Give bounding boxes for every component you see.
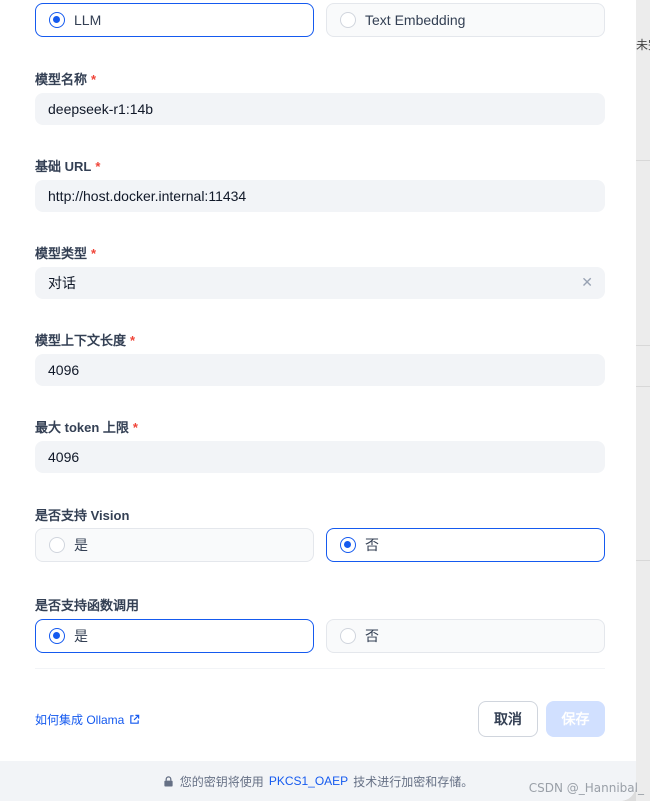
base-url-label: 基础 URL * <box>35 156 100 175</box>
vision-no-label: 否 <box>365 537 379 553</box>
model-kind-select[interactable]: 对话 ✕ <box>35 267 605 299</box>
clear-icon[interactable]: ✕ <box>581 274 593 291</box>
required-mark: * <box>130 333 136 348</box>
external-link-icon <box>130 714 140 724</box>
model-type-text-embedding-option[interactable]: Text Embedding <box>326 3 605 37</box>
context-length-value: 4096 <box>48 362 80 378</box>
radio-selected-icon <box>49 12 65 28</box>
background-divider <box>636 160 650 161</box>
model-kind-value: 对话 <box>48 275 76 291</box>
save-button[interactable]: 保存 <box>546 701 605 737</box>
radio-unselected-icon <box>49 537 65 553</box>
vision-yes-label: 是 <box>74 537 88 553</box>
function-call-yes-label: 是 <box>74 628 88 644</box>
background-peek-text: 未完 <box>636 38 650 52</box>
required-mark: * <box>95 159 101 174</box>
vision-label: 是否支持 Vision <box>35 508 130 523</box>
model-type-text-embedding-label: Text Embedding <box>365 12 466 28</box>
required-mark: * <box>132 420 138 435</box>
background-divider <box>636 560 650 561</box>
encryption-algorithm: PKCS1_OAEP <box>268 774 349 788</box>
function-call-no-label: 否 <box>365 628 379 644</box>
encryption-notice-suffix: 技术进行加密和存储。 <box>353 774 474 789</box>
context-length-label: 模型上下文长度 * <box>35 330 135 349</box>
background-divider <box>636 386 650 387</box>
ollama-help-link-text: 如何集成 Ollama <box>35 713 125 727</box>
cancel-button[interactable]: 取消 <box>478 701 538 737</box>
ollama-help-link[interactable]: 如何集成 Ollama <box>35 711 140 728</box>
model-kind-label: 模型类型 * <box>35 243 96 262</box>
watermark: CSDN @_Hannibal_ <box>528 781 644 795</box>
max-tokens-value: 4096 <box>48 449 80 465</box>
max-tokens-label: 最大 token 上限 * <box>35 417 138 436</box>
model-name-input[interactable]: deepseek-r1:14b <box>35 93 605 125</box>
model-type-llm-label: LLM <box>74 12 102 28</box>
divider <box>35 668 605 669</box>
model-name-value: deepseek-r1:14b <box>48 101 154 117</box>
model-type-llm-option[interactable]: LLM <box>35 3 314 37</box>
radio-selected-icon <box>49 628 65 644</box>
max-tokens-label-text: 最大 token 上限 <box>35 420 129 435</box>
vision-no-option[interactable]: 否 <box>326 528 605 562</box>
vision-yes-option[interactable]: 是 <box>35 528 314 562</box>
radio-selected-icon <box>340 537 356 553</box>
add-model-dialog: LLM Text Embedding 模型名称 * deepseek-r1:14b… <box>0 0 636 801</box>
base-url-input[interactable]: http://host.docker.internal:11434 <box>35 180 605 212</box>
context-length-input[interactable]: 4096 <box>35 354 605 386</box>
radio-unselected-icon <box>340 12 356 28</box>
background-divider <box>636 345 650 346</box>
model-name-label: 模型名称 * <box>35 69 96 88</box>
required-mark: * <box>91 72 97 87</box>
model-name-label-text: 模型名称 <box>35 72 88 87</box>
base-url-value: http://host.docker.internal:11434 <box>48 188 247 204</box>
encryption-notice-prefix: 您的密钥将使用 <box>179 774 264 789</box>
function-call-yes-option[interactable]: 是 <box>35 619 314 653</box>
model-kind-label-text: 模型类型 <box>35 246 88 261</box>
base-url-label-text: 基础 URL <box>35 159 92 174</box>
function-call-no-option[interactable]: 否 <box>326 619 605 653</box>
required-mark: * <box>91 246 97 261</box>
function-call-label: 是否支持函数调用 <box>35 598 140 613</box>
context-length-label-text: 模型上下文长度 <box>35 333 127 348</box>
lock-icon <box>164 775 173 787</box>
max-tokens-input[interactable]: 4096 <box>35 441 605 473</box>
background-app: 未完 <box>636 0 650 801</box>
radio-unselected-icon <box>340 628 356 644</box>
